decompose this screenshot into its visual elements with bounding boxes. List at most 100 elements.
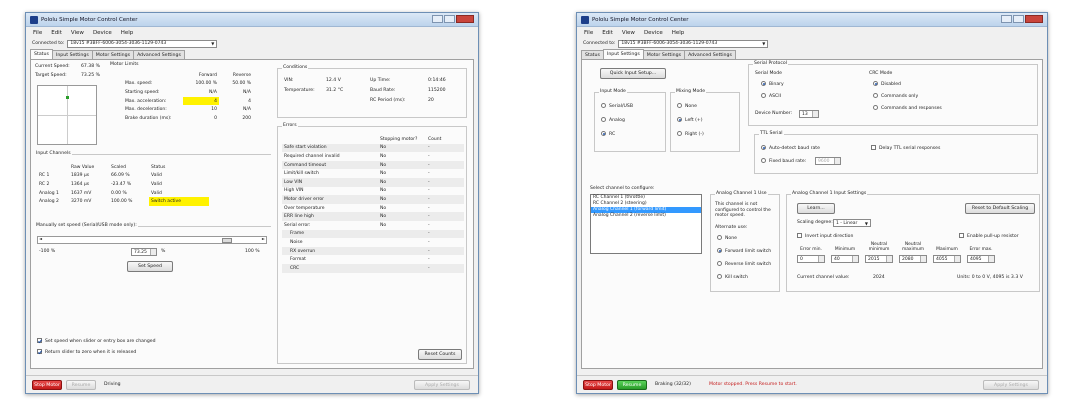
close-icon[interactable] xyxy=(456,15,474,23)
set-speed-checkbox[interactable] xyxy=(37,338,42,343)
quick-input-setup-button[interactable]: Quick Input Setup... xyxy=(600,68,666,79)
menu-device[interactable]: Device xyxy=(93,30,112,36)
alt-use-none[interactable]: None xyxy=(717,235,737,241)
menu-file[interactable]: File xyxy=(33,30,42,36)
radio-button[interactable] xyxy=(677,117,682,122)
resume-button[interactable]: Resume xyxy=(66,380,96,390)
maximize-icon[interactable] xyxy=(1013,15,1024,23)
radio-button[interactable] xyxy=(717,261,722,266)
channel-use-group: Analog Channel 1 Use This channel is not… xyxy=(710,191,780,292)
fixed-baud[interactable]: Fixed baud rate: xyxy=(761,158,806,164)
tab-input-settings[interactable]: Input Settings xyxy=(602,49,644,59)
neutral-min-input[interactable]: 2015 xyxy=(865,255,893,263)
learn-button[interactable]: Learn... xyxy=(797,203,835,214)
apply-settings-button[interactable]: Apply Settings xyxy=(983,380,1039,390)
minimize-icon[interactable] xyxy=(1001,15,1012,23)
slider-thumb[interactable] xyxy=(222,238,233,243)
tab-motor-settings[interactable]: Motor Settings xyxy=(91,50,135,59)
tab-status[interactable]: Status xyxy=(30,49,53,59)
radio-button[interactable] xyxy=(761,93,766,98)
list-item[interactable]: Analog Channel 2 (reverse limit) xyxy=(591,213,701,219)
error-min-input[interactable]: 0 xyxy=(797,255,825,263)
radio-button[interactable] xyxy=(873,81,878,86)
pullup-checkbox[interactable] xyxy=(959,233,964,238)
set-speed-checkbox-row[interactable]: Set speed when slider or entry box are c… xyxy=(37,338,156,344)
tab-advanced-settings[interactable]: Advanced Settings xyxy=(133,50,185,59)
delay-ttl-checkbox[interactable] xyxy=(871,145,876,150)
radio-button[interactable] xyxy=(601,117,606,122)
mixing-mode-left[interactable]: Left (+) xyxy=(677,117,703,123)
crc-disabled[interactable]: Disabled xyxy=(873,81,901,87)
stop-motor-button[interactable]: Stop Motor xyxy=(32,380,62,390)
connected-to-label: Connected to: xyxy=(32,41,65,46)
minimize-icon[interactable] xyxy=(432,15,443,23)
menu-edit[interactable]: Edit xyxy=(602,30,613,36)
tab-status[interactable]: Status xyxy=(581,50,604,59)
radio-button[interactable] xyxy=(761,145,766,150)
channel-listbox[interactable]: RC Channel 1 (throttle) RC Channel 2 (st… xyxy=(590,194,702,254)
radio-button[interactable] xyxy=(873,105,878,110)
error-max-input[interactable]: 4095 xyxy=(967,255,995,263)
menu-view[interactable]: View xyxy=(622,30,635,36)
reset-counts-button[interactable]: Reset Counts xyxy=(418,349,462,360)
menu-file[interactable]: File xyxy=(584,30,593,36)
radio-button[interactable] xyxy=(717,248,722,253)
crc-commands-responses[interactable]: Commands and responses xyxy=(873,105,942,111)
maximize-icon[interactable] xyxy=(444,15,455,23)
apply-settings-button[interactable]: Apply Settings xyxy=(414,380,470,390)
device-select[interactable]: 18v15 #3BFF-6006-3054-3036-1129-0743 ▼ xyxy=(67,39,218,48)
input-mode-rc[interactable]: RC xyxy=(601,131,615,137)
alt-use-kill-switch[interactable]: Kill switch xyxy=(717,274,748,280)
radio-button[interactable] xyxy=(677,103,682,108)
device-number-label: Device Number: xyxy=(755,111,793,116)
resume-button[interactable]: Resume xyxy=(617,380,647,390)
crc-commands-only[interactable]: Commands only xyxy=(873,93,918,99)
radio-button[interactable] xyxy=(717,274,722,279)
radio-button[interactable] xyxy=(601,131,606,136)
menu-view[interactable]: View xyxy=(71,30,84,36)
pullup-checkbox-row[interactable]: Enable pull-up resistor xyxy=(959,233,1019,239)
device-number-input[interactable]: 13 xyxy=(799,110,819,118)
input-mode-analog[interactable]: Analog xyxy=(601,117,625,123)
tab-input-settings[interactable]: Input Settings xyxy=(51,50,93,59)
serial-mode-ascii[interactable]: ASCII xyxy=(761,93,781,99)
speed-entry-box[interactable]: 73.25 xyxy=(131,248,157,256)
minimum-input[interactable]: 40 xyxy=(831,255,859,263)
close-icon[interactable] xyxy=(1025,15,1043,23)
menu-device[interactable]: Device xyxy=(644,30,663,36)
radio-button[interactable] xyxy=(601,103,606,108)
radio-button[interactable] xyxy=(677,131,682,136)
radio-label: Kill switch xyxy=(725,275,748,280)
tab-motor-settings[interactable]: Motor Settings xyxy=(642,50,686,59)
radio-button[interactable] xyxy=(761,158,766,163)
mixing-mode-right[interactable]: Right (-) xyxy=(677,131,704,137)
fixed-baud-input[interactable]: 9600 xyxy=(815,157,841,165)
serial-mode-binary[interactable]: Binary xyxy=(761,81,784,87)
mixing-mode-none[interactable]: None xyxy=(677,103,697,109)
return-slider-checkbox[interactable] xyxy=(37,349,42,354)
neutral-max-input[interactable]: 2080 xyxy=(899,255,927,263)
motor-limits-group: Motor Limits Forward Reverse Max. speed:… xyxy=(109,62,269,145)
scaling-degree-select[interactable]: 1 - Linear ▼ xyxy=(833,219,871,227)
radio-button[interactable] xyxy=(761,81,766,86)
invert-input-checkbox-row[interactable]: Invert input direction xyxy=(797,233,853,239)
input-mode-serial-usb[interactable]: Serial/USB xyxy=(601,103,633,109)
stop-motor-button[interactable]: Stop Motor xyxy=(583,380,613,390)
speed-slider[interactable]: ◄ ► xyxy=(37,236,267,244)
alt-use-reverse-limit[interactable]: Reverse limit switch xyxy=(717,261,771,267)
return-slider-checkbox-row[interactable]: Return slider to zero when it is release… xyxy=(37,349,136,355)
device-select[interactable]: 18v15 #3BFF-6006-3054-3036-1129-0743 ▼ xyxy=(618,39,769,48)
alt-use-forward-limit[interactable]: Forward limit switch xyxy=(717,248,771,254)
delay-ttl-checkbox-row[interactable]: Delay TTL serial responses xyxy=(871,145,940,151)
set-speed-button[interactable]: Set Speed xyxy=(127,261,173,272)
menu-edit[interactable]: Edit xyxy=(51,30,62,36)
tab-advanced-settings[interactable]: Advanced Settings xyxy=(684,50,736,59)
invert-input-checkbox[interactable] xyxy=(797,233,802,238)
menu-help[interactable]: Help xyxy=(672,30,685,36)
auto-detect-baud[interactable]: Auto-detect baud rate xyxy=(761,145,820,151)
reset-default-scaling-button[interactable]: Reset to Default Scaling xyxy=(965,203,1035,214)
menu-help[interactable]: Help xyxy=(121,30,134,36)
radio-button[interactable] xyxy=(873,93,878,98)
maximum-input[interactable]: 4055 xyxy=(933,255,961,263)
radio-button[interactable] xyxy=(717,235,722,240)
